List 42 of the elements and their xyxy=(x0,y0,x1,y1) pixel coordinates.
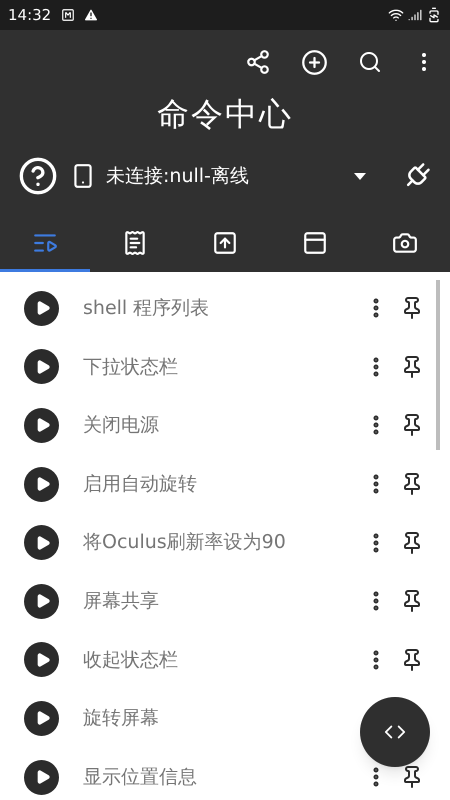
play-icon xyxy=(34,652,50,668)
warning-icon xyxy=(83,7,100,23)
command-name[interactable]: 显示位置信息 xyxy=(83,762,197,792)
play-icon xyxy=(34,593,50,610)
play-icon xyxy=(34,534,50,551)
play-icon xyxy=(34,358,50,375)
dropdown-caret-icon[interactable] xyxy=(354,172,366,180)
play-button[interactable] xyxy=(24,408,59,443)
command-name[interactable]: 屏幕共享 xyxy=(83,587,159,616)
keyboard-icon xyxy=(61,8,76,22)
card-icon xyxy=(302,230,328,256)
command-name[interactable]: 将Oculus刷新率设为90 xyxy=(83,528,286,557)
add-icon[interactable] xyxy=(301,48,328,76)
play-button[interactable] xyxy=(24,525,59,560)
device-dropdown[interactable]: 未连接:null-离线 xyxy=(106,162,354,190)
help-icon[interactable] xyxy=(18,156,58,196)
signal-icon xyxy=(408,8,422,22)
upload-icon xyxy=(212,230,238,256)
command-name[interactable]: 收起状态栏 xyxy=(83,646,178,674)
receipt-icon xyxy=(122,230,148,256)
play-button[interactable] xyxy=(24,290,59,326)
command-name[interactable]: shell 程序列表 xyxy=(83,294,210,323)
command-name[interactable]: 下拉状态栏 xyxy=(83,352,178,382)
play-button[interactable] xyxy=(24,466,59,502)
play-icon xyxy=(34,417,50,434)
page-title: 命令中心 xyxy=(157,94,293,135)
play-button[interactable] xyxy=(24,349,59,384)
play-button[interactable] xyxy=(24,700,59,736)
wifi-icon xyxy=(388,7,404,23)
play-icon xyxy=(34,300,50,316)
search-icon[interactable] xyxy=(358,50,382,74)
play-button[interactable] xyxy=(24,584,59,619)
command-name[interactable]: 旋转屏幕 xyxy=(83,704,159,733)
command-name[interactable]: 关闭电源 xyxy=(83,411,159,440)
play-icon xyxy=(34,710,50,726)
command-name[interactable]: 启用自动旋转 xyxy=(83,470,197,498)
play-button[interactable] xyxy=(24,760,59,795)
status-time: 14:32 xyxy=(8,4,52,26)
play-icon xyxy=(34,476,50,492)
share-icon[interactable] xyxy=(245,49,271,75)
play-button[interactable] xyxy=(24,642,59,678)
play-icon xyxy=(34,769,50,786)
